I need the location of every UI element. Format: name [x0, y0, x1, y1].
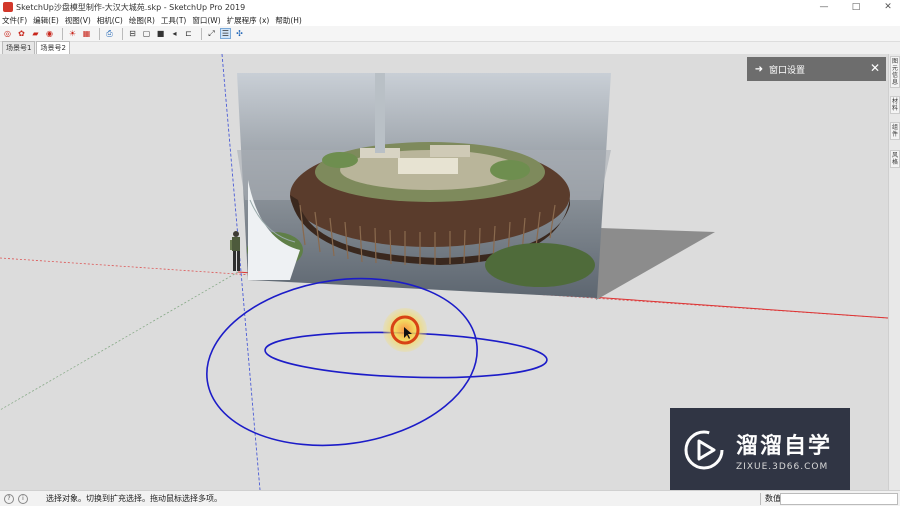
right-view-icon[interactable]: ◂: [169, 28, 180, 39]
menu-window[interactable]: 窗口(W): [192, 15, 220, 26]
watermark-url: ZIXUE.3D66.COM: [736, 462, 829, 472]
print-icon[interactable]: ⎙: [104, 28, 115, 39]
tray-pin-arrow-icon[interactable]: ➜: [751, 64, 767, 75]
scene-tab-1[interactable]: 场景号1: [2, 41, 36, 54]
sun-icon[interactable]: ☀: [67, 28, 78, 39]
back-view-icon[interactable]: ⊏: [183, 28, 194, 39]
menu-file[interactable]: 文件(F): [2, 15, 27, 26]
menu-help[interactable]: 帮助(H): [275, 15, 302, 26]
title-bar: SketchUp沙盘模型制作-大汉大城苑.skp - SketchUp Pro …: [0, 0, 900, 14]
collapsed-tray-tabs: 图元信息 材料 组件 风格: [888, 54, 900, 490]
close-window-button[interactable]: ✕: [882, 1, 894, 13]
menu-draw[interactable]: 绘图(R): [129, 15, 155, 26]
scene-tab-2[interactable]: 场景号2: [36, 41, 70, 54]
scene-tabs: 场景号1 场景号2: [0, 41, 900, 54]
grid-icon[interactable]: ▦: [81, 28, 92, 39]
watermark-logo: 溜溜自学 ZIXUE.3D66.COM: [670, 408, 850, 492]
menu-bar: 文件(F) 编辑(E) 视图(V) 相机(C) 绘图(R) 工具(T) 窗口(W…: [0, 14, 900, 26]
measurements-label: 数值: [760, 493, 781, 505]
measurements-input[interactable]: [780, 493, 898, 505]
tray-tab-styles[interactable]: 风格: [890, 150, 900, 168]
tray-tab-materials[interactable]: 材料: [890, 96, 900, 114]
line-icon[interactable]: ⤢: [206, 28, 217, 39]
window-controls: — □ ✕: [818, 0, 894, 14]
menu-extensions[interactable]: 扩展程序 (x): [227, 15, 270, 26]
window-title: SketchUp沙盘模型制作-大汉大城苑.skp - SketchUp Pro …: [16, 2, 246, 12]
tray-title: 窗口设置: [769, 65, 806, 76]
section-icon[interactable]: ✣: [234, 28, 245, 39]
status-bar: ? i 选择对象。切换到扩充选择。拖动鼠标选择多项。 数值: [0, 490, 900, 506]
tray-tab-components[interactable]: 组件: [890, 122, 900, 140]
camera-icon[interactable]: ◉: [44, 28, 55, 39]
geo-location-icon[interactable]: ?: [4, 493, 14, 504]
tray-close-icon[interactable]: ✕: [870, 61, 880, 75]
toolbar: ◎ ✿ ▰ ◉ ☀ ▦ ⎙ ⊟ ▢ ■ ◂ ⊏ ⤢ ☰ ✣: [0, 26, 900, 42]
info-icon[interactable]: i: [18, 493, 28, 504]
folder-icon[interactable]: ▰: [30, 28, 41, 39]
menu-edit[interactable]: 编辑(E): [33, 15, 59, 26]
cursor-highlight: [383, 308, 427, 352]
toolbar-divider: [99, 27, 100, 40]
default-tray-header[interactable]: ➜ 窗口设置 ✕: [747, 57, 886, 81]
status-message: 选择对象。切换到扩充选择。拖动鼠标选择多项。: [46, 494, 222, 503]
front-view-icon[interactable]: ■: [155, 28, 166, 39]
watermark-brand: 溜溜自学: [736, 434, 833, 459]
toolbar-divider: [122, 27, 123, 40]
tray-tab-entity-info[interactable]: 图元信息: [890, 56, 900, 88]
menu-camera[interactable]: 相机(C): [97, 15, 123, 26]
minimize-button[interactable]: —: [818, 1, 830, 13]
axes-icon[interactable]: ◎: [2, 28, 13, 39]
toolbar-divider: [62, 27, 63, 40]
render-image-billboard[interactable]: [237, 73, 611, 298]
sketchup-logo-icon: [3, 2, 13, 12]
gear-icon[interactable]: ✿: [16, 28, 27, 39]
play-logo-icon: [684, 430, 724, 470]
toolbar-divider: [201, 27, 202, 40]
maximize-button[interactable]: □: [850, 1, 862, 13]
menu-tools[interactable]: 工具(T): [161, 15, 186, 26]
top-view-icon[interactable]: ▢: [141, 28, 152, 39]
iso-view-icon[interactable]: ⊟: [127, 28, 138, 39]
menu-view[interactable]: 视图(V): [65, 15, 91, 26]
walk-icon[interactable]: ☰: [220, 28, 231, 39]
